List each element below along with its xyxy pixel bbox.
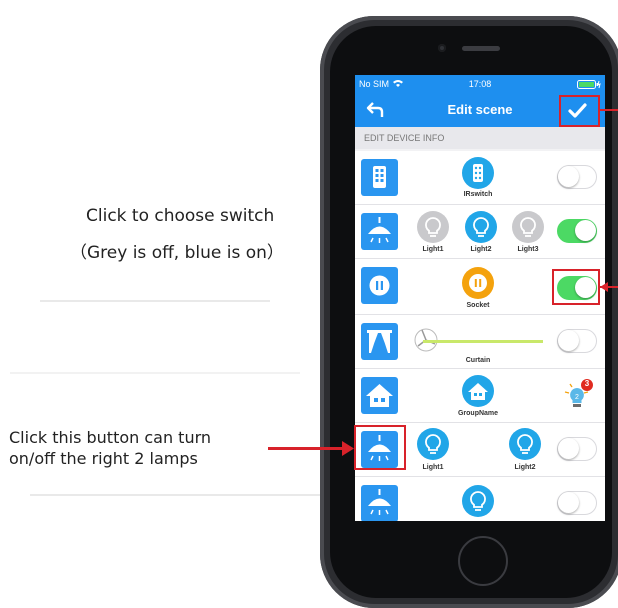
- divider-line: [10, 372, 300, 374]
- light1-button[interactable]: [417, 428, 449, 460]
- front-camera: [438, 44, 446, 52]
- group-label: GroupName: [457, 410, 499, 417]
- svg-text:2: 2: [575, 394, 579, 401]
- socket-icon: [369, 275, 390, 296]
- bulb-icon: [470, 491, 486, 511]
- annotation-turn-line1: Click this button can turn: [9, 428, 212, 447]
- light2-label: Light2: [470, 246, 492, 253]
- socket-icon: [469, 274, 487, 292]
- clock: 17:08: [468, 79, 492, 89]
- bulb-icon: [517, 434, 533, 454]
- toggle-highlight: [552, 269, 600, 305]
- arrow-to-confirm: [600, 109, 618, 111]
- group-button[interactable]: [462, 375, 494, 407]
- lights-toggle[interactable]: [557, 219, 597, 243]
- device-row-lights-3: [355, 477, 605, 521]
- lights-3-toggle[interactable]: [557, 491, 597, 515]
- section-header: EDIT DEVICE INFO: [355, 127, 605, 149]
- socket-device-icon[interactable]: [361, 267, 398, 304]
- lamp-device-icon[interactable]: [361, 485, 398, 521]
- bulb-icon: [425, 217, 441, 237]
- light-button[interactable]: [462, 485, 494, 517]
- divider-line: [30, 494, 320, 496]
- ceiling-lamp-icon: [368, 489, 391, 515]
- group-badge: 3: [584, 379, 590, 388]
- curtain-slider[interactable]: [423, 340, 543, 343]
- arrow-to-lamp-button: [268, 447, 346, 450]
- light2-button[interactable]: [509, 428, 541, 460]
- irswitch-icon: [373, 166, 386, 188]
- arrow-head-right-icon: [342, 441, 354, 456]
- annotation-turn-lamps: Click this button can turn on/off the ri…: [9, 427, 211, 469]
- lights-2-toggle[interactable]: [557, 437, 597, 461]
- irswitch-device-icon[interactable]: [361, 159, 398, 196]
- light2-label: Light2: [514, 464, 536, 471]
- light1-label: Light1: [422, 246, 444, 253]
- home-button[interactable]: [458, 536, 508, 586]
- socket-button[interactable]: [462, 267, 494, 299]
- device-row-curtain: Curtain: [355, 315, 605, 369]
- remote-icon: [473, 164, 483, 182]
- battery-icon: [577, 80, 601, 89]
- device-row-irswitch: IRswitch: [355, 151, 605, 205]
- bulb-icon: [473, 217, 489, 237]
- house-icon: [468, 383, 488, 400]
- curtain-toggle[interactable]: [557, 329, 597, 353]
- curtain-icon: [367, 330, 392, 353]
- bulb-icon: [425, 434, 441, 454]
- light1-label: Light1: [422, 464, 444, 471]
- curtain-label: Curtain: [465, 357, 491, 364]
- lamp-device-icon[interactable]: [361, 213, 398, 250]
- arrow-head-left-icon: [600, 282, 608, 292]
- house-icon: [366, 384, 393, 407]
- ceiling-lamp-icon: [368, 217, 391, 243]
- divider-line: [40, 300, 270, 302]
- light3-label: Light3: [517, 246, 539, 253]
- status-bar: No SIM 17:08: [355, 75, 605, 93]
- group-device-icon[interactable]: [361, 377, 398, 414]
- light3-button[interactable]: [512, 211, 544, 243]
- irswitch-toggle[interactable]: [557, 165, 597, 189]
- device-row-group: GroupName 2 3: [355, 369, 605, 423]
- lamp-button-highlight: [354, 425, 406, 470]
- irswitch-button[interactable]: [462, 157, 494, 189]
- light2-button[interactable]: [465, 211, 497, 243]
- earpiece-speaker: [462, 46, 500, 51]
- socket-label: Socket: [466, 302, 490, 309]
- curtain-device-icon[interactable]: [361, 323, 398, 360]
- irswitch-label: IRswitch: [463, 191, 493, 198]
- light1-button[interactable]: [417, 211, 449, 243]
- device-row-lights: Light1 Light2 Light3: [355, 205, 605, 259]
- confirm-highlight: [559, 95, 600, 127]
- annotation-grey-blue: （Grey is off, blue is on）: [70, 243, 284, 263]
- bulb-icon: [520, 217, 536, 237]
- annotation-choose-switch: Click to choose switch: [86, 206, 275, 226]
- annotation-turn-line2: on/off the right 2 lamps: [9, 449, 198, 468]
